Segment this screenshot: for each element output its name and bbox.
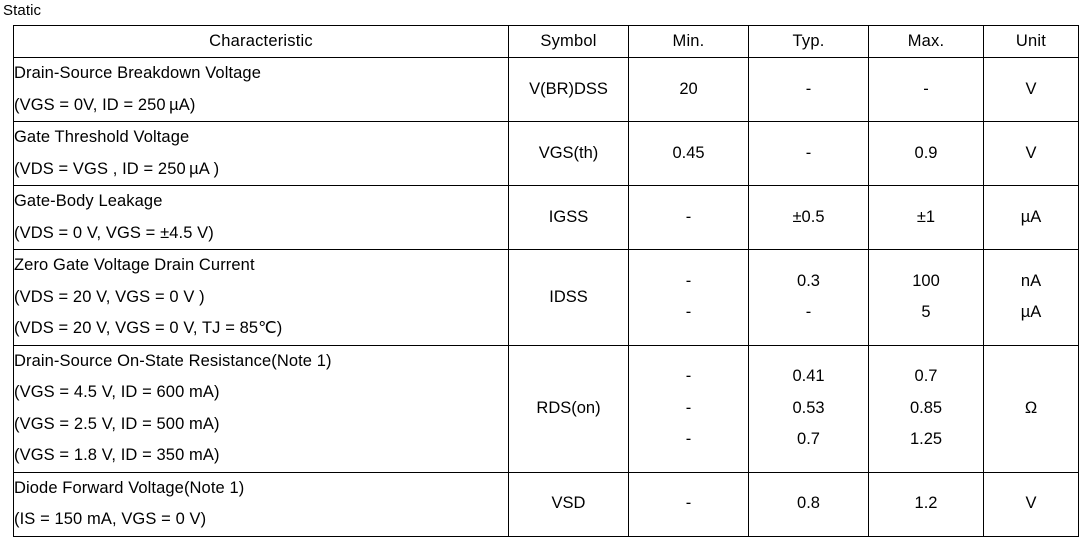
cell-unit: nA µA xyxy=(983,249,1079,346)
cell-unit: V xyxy=(983,471,1079,537)
column-header-typ: Typ. xyxy=(748,25,869,58)
cell-typ: - xyxy=(748,121,869,186)
cell-typ: ±0.5 xyxy=(748,185,869,250)
cell-typ-value: 0.53 xyxy=(792,398,825,417)
cell-unit: V xyxy=(983,121,1079,186)
characteristic-line: (VGS = 2.5 V, ID = 500 mA) xyxy=(14,414,220,433)
cell-min: - xyxy=(628,471,749,537)
table-header-row: Characteristic Symbol Min. Typ. Max. Uni… xyxy=(13,25,1079,58)
cell-typ-value: 0.7 xyxy=(797,430,820,449)
cell-typ: 0.3 - xyxy=(748,249,869,346)
cell-typ-value: - xyxy=(805,303,812,322)
table-row: Gate-Body Leakage (VDS = 0 V, VGS = ±4.5 … xyxy=(13,185,1079,250)
cell-symbol: RDS(on) xyxy=(508,344,629,473)
cell-min: - - - xyxy=(628,344,749,473)
characteristic-line: (VDS = VGS , ID = 250 µA ) xyxy=(14,159,220,178)
cell-max: 1.2 xyxy=(868,471,984,537)
cell-max-value: 0.85 xyxy=(909,398,943,417)
cell-unit-value: µA xyxy=(1020,303,1042,322)
cell-symbol: VSD xyxy=(508,471,629,537)
table-row: Gate Threshold Voltage (VDS = VGS , ID = … xyxy=(13,121,1079,186)
characteristic-line: Drain-Source On-State Resistance(Note 1) xyxy=(14,351,332,370)
cell-max-stack: 100 5 xyxy=(869,266,983,329)
cell-max: ±1 xyxy=(868,185,984,250)
section-label: Static xyxy=(3,2,42,19)
cell-characteristic: Zero Gate Voltage Drain Current (VDS = 20… xyxy=(13,249,509,346)
cell-unit-value: nA xyxy=(1020,271,1042,290)
characteristic-line: (VDS = 0 V, VGS = ±4.5 V) xyxy=(14,223,214,242)
cell-min: -- xyxy=(628,249,749,346)
cell-max-value: 100 xyxy=(912,271,940,290)
table-row: Drain-Source Breakdown Voltage (VGS = 0V,… xyxy=(13,57,1079,122)
cell-unit: V xyxy=(983,57,1079,122)
cell-characteristic: Gate-Body Leakage (VDS = 0 V, VGS = ±4.5 … xyxy=(13,185,509,250)
characteristic-line: Zero Gate Voltage Drain Current xyxy=(14,256,255,274)
cell-typ: 0.41 0.53 0.7 xyxy=(748,344,869,473)
characteristic-line: Gate Threshold Voltage xyxy=(14,128,190,146)
cell-typ-stack: 0.41 0.53 0.7 xyxy=(749,361,868,456)
characteristic-line: (VGS = 4.5 V, ID = 600 mA) xyxy=(14,383,220,401)
table-row: Diode Forward Voltage(Note 1) (IS = 150 m… xyxy=(13,471,1079,537)
cell-symbol: V(BR)DSS xyxy=(508,57,629,122)
characteristic-line: Gate-Body Leakage xyxy=(14,192,163,210)
cell-characteristic: Diode Forward Voltage(Note 1) (IS = 150 m… xyxy=(13,471,509,537)
characteristic-line: Drain-Source Breakdown Voltage xyxy=(14,64,261,82)
cell-characteristic: Gate Threshold Voltage (VDS = VGS , ID = … xyxy=(13,121,509,186)
cell-typ-value: 0.41 xyxy=(792,367,825,386)
cell-min: 20 xyxy=(628,57,749,122)
column-header-unit: Unit xyxy=(983,25,1079,58)
cell-typ: - xyxy=(748,57,869,122)
column-header-max: Max. xyxy=(868,25,984,58)
cell-max: 0.7 0.85 1.25 xyxy=(868,344,984,473)
characteristic-line: (VGS = 0V, ID = 250 µA) xyxy=(14,95,196,114)
cell-min-value: - xyxy=(685,430,692,449)
cell-min: 0.45 xyxy=(628,121,749,186)
column-header-symbol: Symbol xyxy=(508,25,629,58)
column-header-characteristic: Characteristic xyxy=(13,25,509,58)
table-row: Drain-Source On-State Resistance(Note 1)… xyxy=(13,344,1079,473)
cell-max: 0.9 xyxy=(868,121,984,186)
cell-max: 100 5 xyxy=(868,249,984,346)
cell-typ-stack: 0.3 - xyxy=(749,266,868,329)
static-characteristics-table: Characteristic Symbol Min. Typ. Max. Uni… xyxy=(13,25,1079,537)
cell-symbol: IGSS xyxy=(508,185,629,250)
cell-typ: 0.8 xyxy=(748,471,869,537)
cell-typ-value: 0.3 xyxy=(797,271,820,290)
cell-max-value: 1.25 xyxy=(909,430,943,449)
cell-max-value: 5 xyxy=(921,303,931,322)
cell-min-value: - xyxy=(685,303,692,322)
cell-max-stack: 0.7 0.85 1.25 xyxy=(869,361,983,456)
cell-characteristic: Drain-Source On-State Resistance(Note 1)… xyxy=(13,344,509,473)
cell-unit: Ω xyxy=(983,344,1079,473)
characteristic-line: (VDS = 20 V, VGS = 0 V ) xyxy=(14,287,205,306)
cell-unit: µA xyxy=(983,185,1079,250)
cell-symbol: VGS(th) xyxy=(508,121,629,186)
cell-unit-stack: nA µA xyxy=(984,266,1078,329)
table-row: Zero Gate Voltage Drain Current (VDS = 20… xyxy=(13,249,1079,346)
characteristic-line: (VGS = 1.8 V, ID = 350 mA) xyxy=(14,446,220,464)
cell-min: - xyxy=(628,185,749,250)
column-header-min: Min. xyxy=(628,25,749,58)
cell-min-value: - xyxy=(685,367,692,386)
cell-min-stack: - - - xyxy=(629,361,748,456)
cell-min-stack: -- xyxy=(629,266,748,329)
cell-max: - xyxy=(868,57,984,122)
characteristic-line: (VDS = 20 V, VGS = 0 V, TJ = 85℃) xyxy=(14,319,283,337)
characteristic-line: Diode Forward Voltage(Note 1) xyxy=(14,478,245,497)
cell-characteristic: Drain-Source Breakdown Voltage (VGS = 0V,… xyxy=(13,57,509,122)
table-body: Drain-Source Breakdown Voltage (VGS = 0V,… xyxy=(13,57,1079,537)
cell-symbol: IDSS xyxy=(508,249,629,346)
cell-max-value: 0.7 xyxy=(914,367,938,386)
cell-min-value: - xyxy=(685,398,692,417)
characteristic-line: (IS = 150 mA, VGS = 0 V) xyxy=(14,510,207,528)
cell-min-value: - xyxy=(685,271,692,290)
